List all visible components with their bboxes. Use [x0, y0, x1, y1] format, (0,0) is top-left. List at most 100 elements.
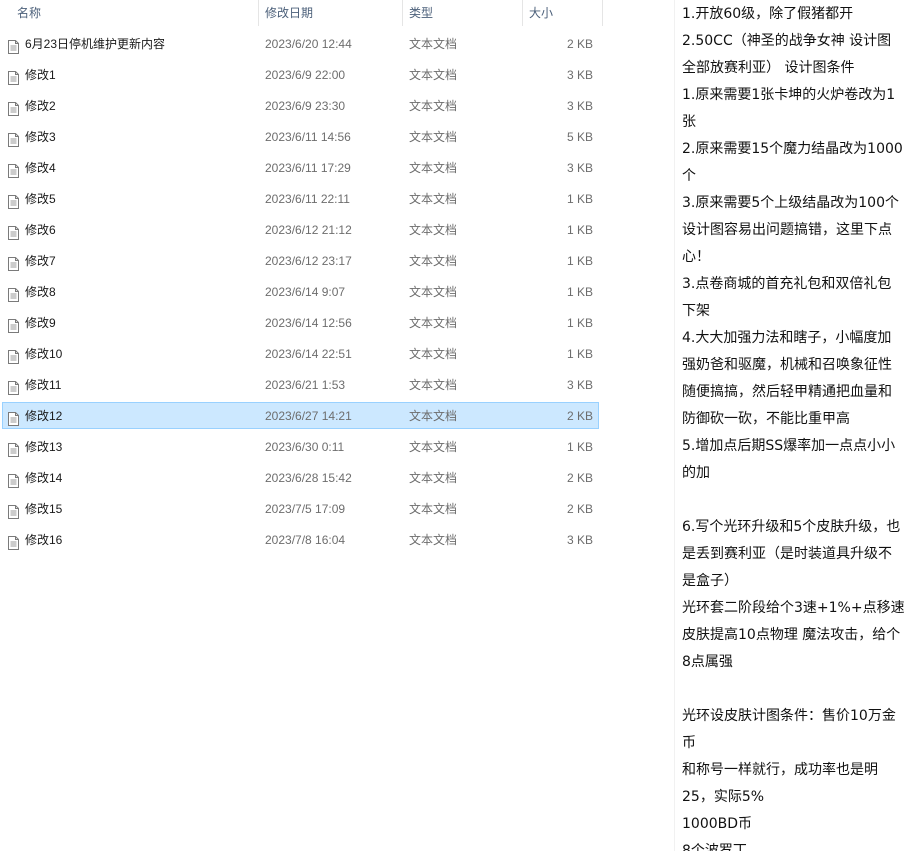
document-line: 8个波罗丁 — [682, 843, 747, 851]
text-file-icon — [8, 502, 19, 519]
file-size: 1 KB — [566, 223, 593, 237]
file-size: 3 KB — [566, 533, 593, 547]
text-file-icon — [8, 471, 19, 488]
document-line: 的加 — [682, 465, 710, 481]
file-size: 2 KB — [566, 471, 593, 485]
file-explorer: ^ 名称 修改日期 类型 大小 6月23日停机维护更新内容 2023/6/20 1… — [0, 0, 603, 851]
file-name: 修改6 — [25, 223, 56, 237]
file-type: 文本文档 — [409, 502, 458, 516]
file-size: 1 KB — [566, 254, 593, 268]
file-row[interactable]: 修改5 2023/6/11 22:11 文本文档 1 KB — [2, 185, 599, 212]
column-header-type[interactable]: 类型 — [409, 0, 433, 26]
column-header-name[interactable]: 名称 — [17, 0, 41, 26]
document-line: 设计图容易出问题搞错，这里下点 — [682, 222, 892, 238]
document-line: 1000BD币 — [682, 816, 753, 832]
file-row[interactable]: 修改16 2023/7/8 16:04 文本文档 3 KB — [2, 526, 599, 553]
file-row[interactable]: 修改3 2023/6/11 14:56 文本文档 5 KB — [2, 123, 599, 150]
file-name: 修改7 — [25, 254, 56, 268]
text-file-icon — [8, 533, 19, 550]
document-line: 全部放赛利亚） 设计图条件 — [682, 60, 855, 76]
text-document-viewer[interactable]: 1.开放60级，除了假猪都开 2.50CC（神圣的战争女神 设计图 全部放赛利亚） … — [674, 0, 920, 851]
file-row[interactable]: 修改7 2023/6/12 23:17 文本文档 1 KB — [2, 247, 599, 274]
text-file-icon — [8, 440, 19, 457]
text-file-icon — [8, 347, 19, 364]
file-size: 1 KB — [566, 192, 593, 206]
file-size: 5 KB — [566, 130, 593, 144]
file-row[interactable]: 修改1 2023/6/9 22:00 文本文档 3 KB — [2, 61, 599, 88]
file-modified-date: 2023/6/12 21:12 — [265, 223, 352, 237]
file-type: 文本文档 — [409, 440, 458, 454]
column-divider[interactable] — [602, 0, 603, 26]
file-size: 2 KB — [566, 37, 593, 51]
column-header-size[interactable]: 大小 — [529, 0, 553, 26]
document-line: 币 — [682, 735, 696, 751]
file-row[interactable]: 修改4 2023/6/11 17:29 文本文档 3 KB — [2, 154, 599, 181]
file-type: 文本文档 — [409, 37, 458, 51]
file-name: 修改14 — [25, 471, 63, 485]
file-row[interactable]: 修改15 2023/7/5 17:09 文本文档 2 KB — [2, 495, 599, 522]
file-name: 修改9 — [25, 316, 56, 330]
file-row[interactable]: 修改13 2023/6/30 0:11 文本文档 1 KB — [2, 433, 599, 460]
document-line: 个 — [682, 168, 696, 184]
file-name: 修改15 — [25, 502, 63, 516]
document-line: 张 — [682, 114, 696, 130]
text-file-icon — [8, 192, 19, 209]
file-modified-date: 2023/6/21 1:53 — [265, 378, 346, 392]
file-size: 1 KB — [566, 347, 593, 361]
column-divider[interactable] — [522, 0, 523, 26]
file-type: 文本文档 — [409, 223, 458, 237]
file-row[interactable]: 修改10 2023/6/14 22:51 文本文档 1 KB — [2, 340, 599, 367]
file-modified-date: 2023/6/27 14:21 — [265, 409, 352, 423]
file-row[interactable]: 修改6 2023/6/12 21:12 文本文档 1 KB — [2, 216, 599, 243]
file-type: 文本文档 — [409, 533, 458, 547]
column-header-date[interactable]: 修改日期 — [265, 0, 313, 26]
column-header-row: ^ 名称 修改日期 类型 大小 — [0, 0, 603, 28]
text-file-icon — [8, 37, 19, 54]
file-row[interactable]: 修改11 2023/6/21 1:53 文本文档 3 KB — [2, 371, 599, 398]
document-line: 光环设皮肤计图条件：售价10万金 — [682, 708, 896, 724]
file-size: 3 KB — [566, 378, 593, 392]
file-row[interactable]: 修改9 2023/6/14 12:56 文本文档 1 KB — [2, 309, 599, 336]
file-name: 修改1 — [25, 68, 56, 82]
file-name: 修改11 — [25, 378, 62, 392]
file-type: 文本文档 — [409, 68, 458, 82]
file-name: 修改12 — [25, 409, 63, 423]
file-modified-date: 2023/6/11 14:56 — [265, 130, 351, 144]
file-type: 文本文档 — [409, 99, 458, 113]
file-row[interactable]: 修改14 2023/6/28 15:42 文本文档 2 KB — [2, 464, 599, 491]
column-divider[interactable] — [258, 0, 259, 26]
document-line: 1.开放60级，除了假猪都开 — [682, 6, 854, 22]
document-line: 5.增加点后期SS爆率加一点点小小 — [682, 438, 896, 454]
column-divider[interactable] — [402, 0, 403, 26]
file-modified-date: 2023/6/14 9:07 — [265, 285, 346, 299]
file-type: 文本文档 — [409, 347, 458, 361]
file-size: 2 KB — [566, 502, 593, 516]
file-name: 修改3 — [25, 130, 56, 144]
document-line: 是丢到赛利亚（是时装道具升级不 — [682, 546, 892, 562]
file-modified-date: 2023/6/9 22:00 — [265, 68, 346, 82]
file-name: 修改4 — [25, 161, 56, 175]
file-modified-date: 2023/6/30 0:11 — [265, 440, 345, 454]
sort-up-icon: ^ — [129, 0, 134, 5]
file-modified-date: 2023/7/8 16:04 — [265, 533, 346, 547]
document-line: 8点属强 — [682, 654, 733, 670]
document-line: 和称号一样就行，成功率也是明 — [682, 762, 878, 778]
file-row[interactable]: 6月23日停机维护更新内容 2023/6/20 12:44 文本文档 2 KB — [2, 30, 599, 57]
text-file-icon — [8, 130, 19, 147]
text-file-icon — [8, 99, 19, 116]
text-file-icon — [8, 285, 19, 302]
file-modified-date: 2023/6/11 22:11 — [265, 192, 350, 206]
file-row[interactable]: 修改8 2023/6/14 9:07 文本文档 1 KB — [2, 278, 599, 305]
file-size: 3 KB — [566, 99, 593, 113]
file-type: 文本文档 — [409, 316, 458, 330]
text-file-icon — [8, 223, 19, 240]
file-row[interactable]: 修改12 2023/6/27 14:21 文本文档 2 KB — [2, 402, 599, 429]
document-line: 下架 — [682, 303, 710, 319]
file-type: 文本文档 — [409, 192, 458, 206]
document-line: 6.写个光环升级和5个皮肤升级，也 — [682, 519, 901, 535]
document-line: 3.点卷商城的首充礼包和双倍礼包 — [682, 276, 892, 292]
file-row[interactable]: 修改2 2023/6/9 23:30 文本文档 3 KB — [2, 92, 599, 119]
file-modified-date: 2023/6/12 23:17 — [265, 254, 352, 268]
file-modified-date: 2023/6/14 22:51 — [265, 347, 352, 361]
file-type: 文本文档 — [409, 254, 458, 268]
